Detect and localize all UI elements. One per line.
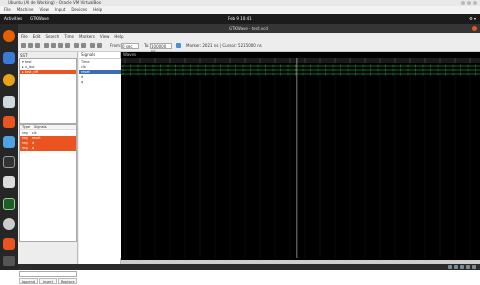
- vbox-menu-view[interactable]: View: [39, 6, 49, 14]
- menu-file[interactable]: File: [21, 33, 28, 40]
- virtualbox-status-bar: [420, 264, 480, 270]
- menu-help[interactable]: Help: [114, 33, 123, 40]
- window-controls: [461, 1, 477, 5]
- signals-list: Time clk reset d q: [79, 58, 121, 258]
- software-icon[interactable]: [3, 116, 15, 128]
- signals-pane: Signals Time clk reset d q: [79, 52, 121, 264]
- signal-row[interactable]: d: [79, 75, 121, 79]
- prev-edge-icon[interactable]: [90, 43, 95, 48]
- signal-row[interactable]: q: [79, 80, 121, 84]
- music-icon[interactable]: [3, 74, 15, 86]
- menu-time[interactable]: Time: [64, 33, 74, 40]
- hdd-icon[interactable]: [448, 265, 452, 269]
- insert-button[interactable]: Insert: [38, 278, 58, 284]
- disc-icon[interactable]: [3, 218, 15, 230]
- menu-view[interactable]: View: [100, 33, 110, 40]
- menu-edit[interactable]: Edit: [33, 33, 41, 40]
- close-icon[interactable]: [472, 26, 477, 31]
- gtkwave-title: GTKWave - test.vcd: [229, 26, 268, 31]
- sst-signal-list: Type Signals reg clk reg reset reg d reg q: [19, 124, 77, 242]
- paste-icon[interactable]: [35, 43, 40, 48]
- help-icon[interactable]: [3, 136, 15, 148]
- signals-label: Signals: [81, 52, 96, 57]
- from-label: From:: [110, 43, 122, 48]
- tree-item[interactable]: ▾ test: [20, 60, 76, 64]
- terminal-icon[interactable]: [3, 156, 15, 168]
- ubuntu-top-bar: Activities GTKWave Feb 9 10:41 ⚙ ▾: [0, 14, 480, 24]
- show-apps-icon[interactable]: [3, 256, 15, 266]
- zoom-fit-icon[interactable]: [44, 43, 49, 48]
- from-input[interactable]: 0 sec: [121, 43, 139, 49]
- gtkwave-window: GTKWave - test.vcd File Edit Search Time Mar…: [18, 24, 480, 284]
- to-label: To:: [144, 43, 150, 48]
- zoom-in-icon[interactable]: [51, 43, 56, 48]
- zoom-end-icon[interactable]: [81, 43, 86, 48]
- firefox-icon[interactable]: [3, 30, 15, 42]
- files-icon[interactable]: [3, 96, 15, 108]
- type-column-header[interactable]: Type: [22, 125, 30, 129]
- signal-name: q: [31, 146, 34, 150]
- virtualbox-menu-bar: File Machine View Input Devices Help: [0, 6, 480, 14]
- replace-button[interactable]: Replace: [58, 278, 78, 284]
- next-edge-icon[interactable]: [97, 43, 102, 48]
- copy-icon[interactable]: [28, 43, 33, 48]
- mail-icon[interactable]: [3, 52, 15, 64]
- clock[interactable]: Feb 9 10:41: [228, 14, 252, 24]
- gtkwave-title-bar: GTKWave - test.vcd: [18, 24, 480, 33]
- sst-pane: SST ▾ test ▸ u_dut ▸ test_dff Type Signa…: [18, 52, 78, 284]
- dock: [0, 24, 18, 270]
- sst-hierarchy-tree: ▾ test ▸ u_dut ▸ test_dff: [19, 58, 77, 124]
- minimize-icon[interactable]: [461, 1, 465, 5]
- time-ruler: [121, 58, 480, 63]
- cd-icon[interactable]: [454, 265, 458, 269]
- signal-row[interactable]: Time: [79, 60, 121, 64]
- undo-zoom-icon[interactable]: [65, 43, 70, 48]
- vbox-menu-input[interactable]: Input: [55, 6, 65, 14]
- activities-button[interactable]: Activities: [4, 14, 22, 24]
- vbox-menu-file[interactable]: File: [4, 6, 11, 14]
- system-tray-icon[interactable]: ⚙ ▾: [469, 17, 476, 21]
- app-menu[interactable]: GTKWave: [30, 14, 49, 24]
- sst-button-row: Append Insert Replace: [19, 278, 78, 284]
- to-input[interactable]: 100000 ns: [150, 43, 172, 54]
- waves-pane[interactable]: Waves: [121, 52, 480, 264]
- gtkwave-toolbar: From: 0 sec To: 100000 ns Marker: 2021 n…: [18, 40, 480, 54]
- gtkwave-icon[interactable]: [3, 198, 15, 210]
- trash-icon[interactable]: [3, 238, 15, 250]
- waves-label: Waves: [123, 52, 137, 57]
- display-icon[interactable]: [472, 265, 476, 269]
- virtualbox-window: Ubuntu (Al de Working) - Oracle VM Virtu…: [0, 0, 480, 284]
- marker-readout: Marker: 2021 ns | Cursor: 5215000 ns: [186, 43, 262, 48]
- signal-list-row[interactable]: reg q: [20, 146, 76, 151]
- signals-column-header[interactable]: Signals: [34, 125, 47, 129]
- menu-search[interactable]: Search: [45, 33, 59, 40]
- tree-item[interactable]: ▸ test_dff: [20, 70, 76, 74]
- zoom-start-icon[interactable]: [74, 43, 79, 48]
- network-icon[interactable]: [466, 265, 470, 269]
- menu-markers[interactable]: Markers: [79, 33, 95, 40]
- vbox-menu-devices[interactable]: Devices: [71, 6, 87, 14]
- signal-row[interactable]: reset: [79, 70, 121, 74]
- gtkwave-menu-bar: File Edit Search Time Markers View Help: [18, 33, 480, 40]
- signal-row[interactable]: clk: [79, 65, 121, 69]
- maximize-icon[interactable]: [467, 1, 471, 5]
- vbox-menu-machine[interactable]: Machine: [17, 6, 34, 14]
- sst-list-header: Type Signals: [20, 125, 76, 130]
- vbox-menu-help[interactable]: Help: [93, 6, 102, 14]
- close-icon[interactable]: [473, 1, 477, 5]
- tree-item[interactable]: ▸ u_dut: [20, 65, 76, 69]
- reload-icon[interactable]: [176, 43, 181, 48]
- append-button[interactable]: Append: [19, 278, 38, 284]
- zoom-out-icon[interactable]: [58, 43, 63, 48]
- filter-input[interactable]: [19, 271, 77, 277]
- screen: Ubuntu (Al de Working) - Oracle VM Virtu…: [0, 0, 480, 284]
- editor-icon[interactable]: [3, 176, 15, 188]
- waveform-canvas[interactable]: [121, 58, 480, 258]
- usb-icon[interactable]: [460, 265, 464, 269]
- cut-icon[interactable]: [21, 43, 26, 48]
- signal-type: reg: [22, 146, 28, 150]
